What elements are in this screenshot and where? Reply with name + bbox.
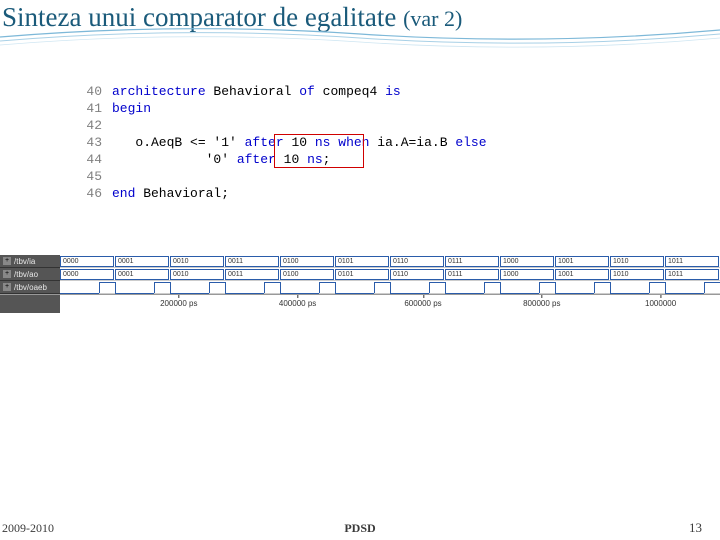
decorative-wave xyxy=(0,22,720,52)
code-text: architecture Behavioral of compeq4 is xyxy=(112,83,401,100)
bus-segment: 0100 xyxy=(280,269,334,280)
slide-title-bar: Sinteza unui comparator de egalitate (va… xyxy=(0,0,720,33)
line-number: 42 xyxy=(78,117,112,134)
code-line: 41begin xyxy=(78,100,720,117)
slide-footer: 2009-2010 PDSD 13 xyxy=(0,520,720,536)
bus-segment: 0111 xyxy=(445,269,499,280)
bus-segment: 0101 xyxy=(335,256,389,267)
code-text: o.AeqB <= '1' after 10 ns when ia.A=ia.B… xyxy=(112,134,487,151)
line-number: 43 xyxy=(78,134,112,151)
bus-segment: 0001 xyxy=(115,269,169,280)
code-line: 42 xyxy=(78,117,720,134)
bus-segment: 1010 xyxy=(610,256,664,267)
time-axis-track: 200000 ps 400000 ps 600000 ps 800000 ps 1000… xyxy=(60,295,720,312)
code-text: '0' after 10 ns; xyxy=(112,151,330,168)
bus-segment: 0100 xyxy=(280,256,334,267)
code-line: 46end Behavioral; xyxy=(78,185,720,202)
bus-segment: 0000 xyxy=(60,256,114,267)
bus-segment: 0110 xyxy=(390,269,444,280)
code-line: 44 '0' after 10 ns; xyxy=(78,151,720,168)
bus-segment: 0110 xyxy=(390,256,444,267)
waveform-viewer: +/tbv/ia00000001001000110100010101100111… xyxy=(0,255,720,325)
page-number: 13 xyxy=(689,520,702,536)
time-tick: 1000000 xyxy=(645,299,676,308)
bus-segment: 1011 xyxy=(665,269,719,280)
code-text: end Behavioral; xyxy=(112,185,229,202)
time-axis-gutter xyxy=(0,295,60,313)
code-line: 45 xyxy=(78,168,720,185)
signal-label: +/tbv/ia xyxy=(0,255,60,268)
bus-segment: 0010 xyxy=(170,256,224,267)
signal-row: +/tbv/oaeb xyxy=(0,281,720,294)
line-number: 40 xyxy=(78,83,112,100)
bus-segment: 0000 xyxy=(60,269,114,280)
bus-segment: 0101 xyxy=(335,269,389,280)
time-tick: 400000 ps xyxy=(279,299,316,308)
expand-icon[interactable]: + xyxy=(3,257,11,265)
bus-segment: 0011 xyxy=(225,269,279,280)
expand-icon[interactable]: + xyxy=(3,270,11,278)
time-tick: 600000 ps xyxy=(404,299,441,308)
signal-label: +/tbv/ao xyxy=(0,268,60,281)
bus-segment: 1000 xyxy=(500,269,554,280)
bus-segment: 1010 xyxy=(610,269,664,280)
bus-segment: 1000 xyxy=(500,256,554,267)
bus-segment: 0111 xyxy=(445,256,499,267)
code-line: 40architecture Behavioral of compeq4 is xyxy=(78,83,720,100)
line-number: 45 xyxy=(78,168,112,185)
time-tick: 800000 ps xyxy=(523,299,560,308)
signal-label: +/tbv/oaeb xyxy=(0,281,60,294)
bus-segment: 0011 xyxy=(225,256,279,267)
time-axis: 200000 ps 400000 ps 600000 ps 800000 ps 1000… xyxy=(0,294,720,312)
footer-year: 2009-2010 xyxy=(2,521,54,536)
bus-segment: 0001 xyxy=(115,256,169,267)
bus-segment: 1001 xyxy=(555,269,609,280)
footer-course: PDSD xyxy=(344,521,375,536)
bus-segment: 1001 xyxy=(555,256,609,267)
code-line: 43 o.AeqB <= '1' after 10 ns when ia.A=i… xyxy=(78,134,720,151)
time-tick: 200000 ps xyxy=(160,299,197,308)
bus-segment: 0010 xyxy=(170,269,224,280)
code-text: begin xyxy=(112,100,151,117)
line-number: 41 xyxy=(78,100,112,117)
signal-track: 0000000100100011010001010110011110001001… xyxy=(60,255,720,268)
line-number: 46 xyxy=(78,185,112,202)
bus-segment: 1011 xyxy=(665,256,719,267)
line-number: 44 xyxy=(78,151,112,168)
expand-icon[interactable]: + xyxy=(3,283,11,291)
signal-row: +/tbv/ia00000001001000110100010101100111… xyxy=(0,255,720,268)
vhdl-code-block: 40architecture Behavioral of compeq4 is4… xyxy=(78,83,720,202)
signal-row: +/tbv/ao00000001001000110100010101100111… xyxy=(0,268,720,281)
signal-track xyxy=(60,281,720,294)
signal-track: 0000000100100011010001010110011110001001… xyxy=(60,268,720,281)
